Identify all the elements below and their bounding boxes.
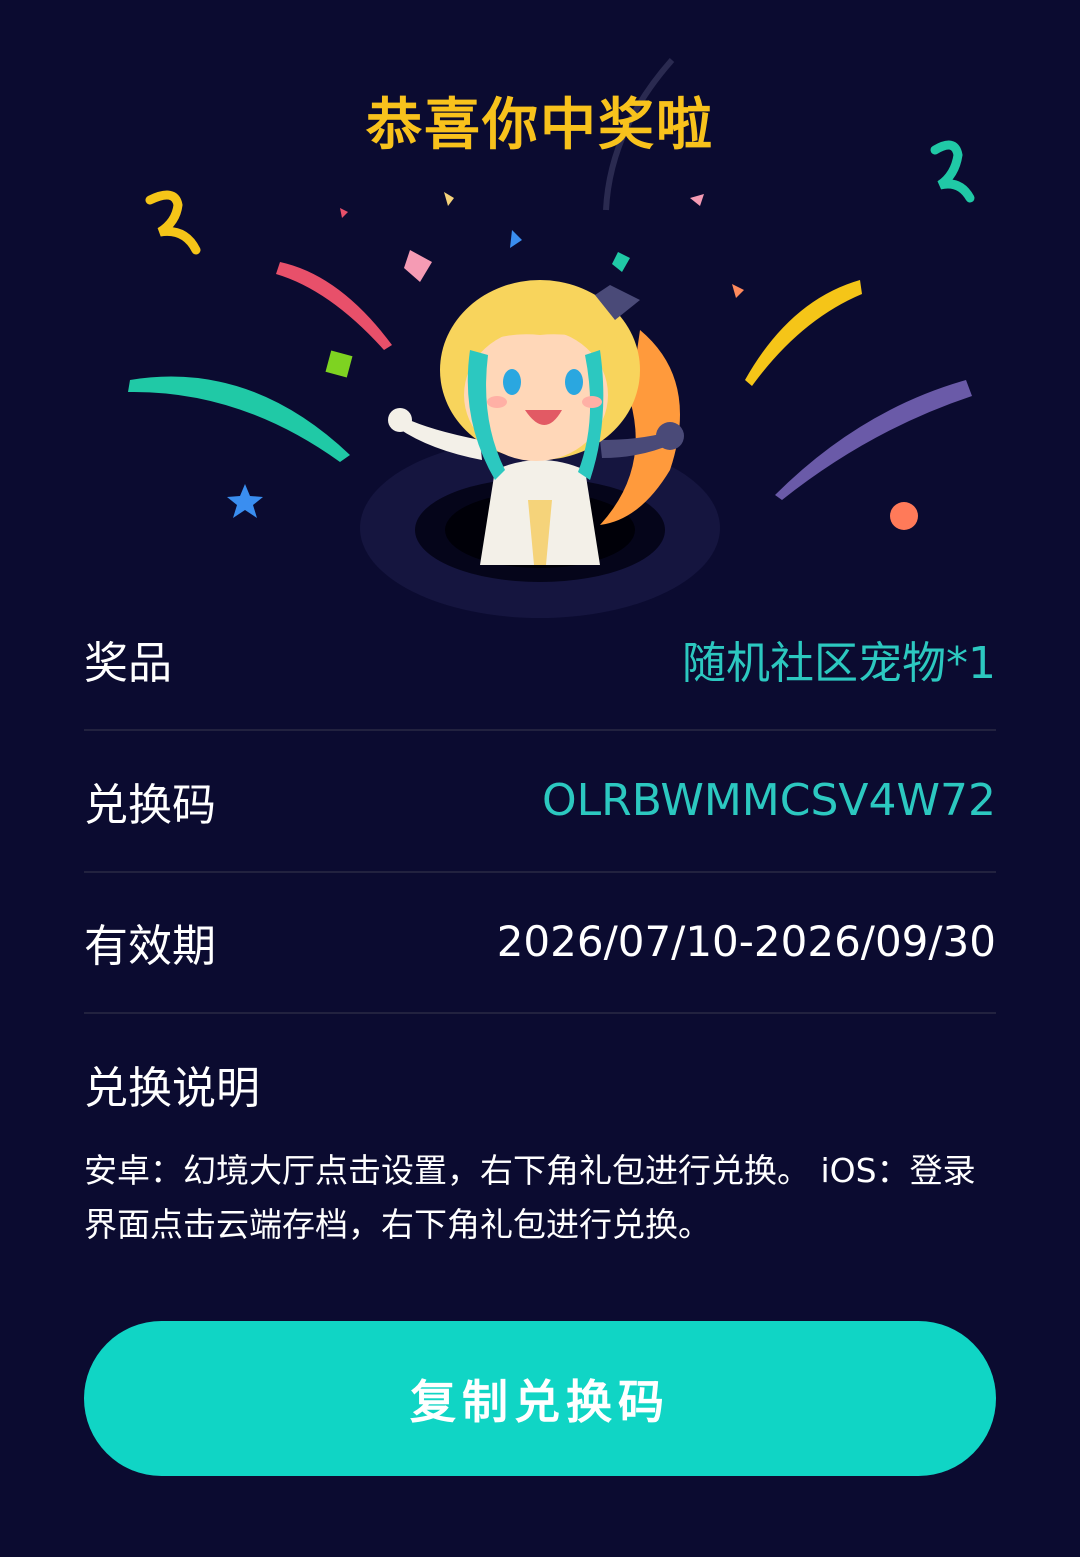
redeem-code-value[interactable]: OLRBWMMCSV4W72 — [542, 775, 996, 826]
code-label: 兑换码 — [84, 779, 216, 831]
validity-label: 有效期 — [84, 920, 216, 972]
ribbon-red — [276, 262, 392, 350]
instructions-title: 兑换说明 — [84, 1063, 260, 1114]
page-title: 恭喜你中奖啦 — [366, 93, 714, 158]
prize-row: 奖品 随机社区宠物*1 — [84, 588, 996, 731]
star-icon — [227, 484, 263, 518]
prize-label: 奖品 — [84, 637, 172, 689]
validity-row: 有效期 2026/07/10-2026/09/30 — [84, 871, 996, 1014]
copy-code-button[interactable]: 复制兑换码 — [84, 1321, 996, 1476]
instructions-text: 安卓：幻境大厅点击设置，右下角礼包进行兑换。 iOS：登录界面点击云端存档，右下… — [84, 1151, 976, 1244]
validity-value: 2026/07/10-2026/09/30 — [496, 917, 996, 966]
reward-page: 恭喜你中奖啦 奖品 随机社区宠物*1 兑换码 OLRBWMMCSV4W72 有效… — [0, 0, 1080, 1557]
ribbon-purple — [775, 380, 972, 500]
prize-value: 随机社区宠物*1 — [682, 637, 996, 689]
ribbon-green — [128, 376, 350, 462]
code-row: 兑换码 OLRBWMMCSV4W72 — [84, 730, 996, 873]
squiggle-yellow — [145, 190, 201, 255]
ribbon-yellow — [745, 280, 862, 386]
